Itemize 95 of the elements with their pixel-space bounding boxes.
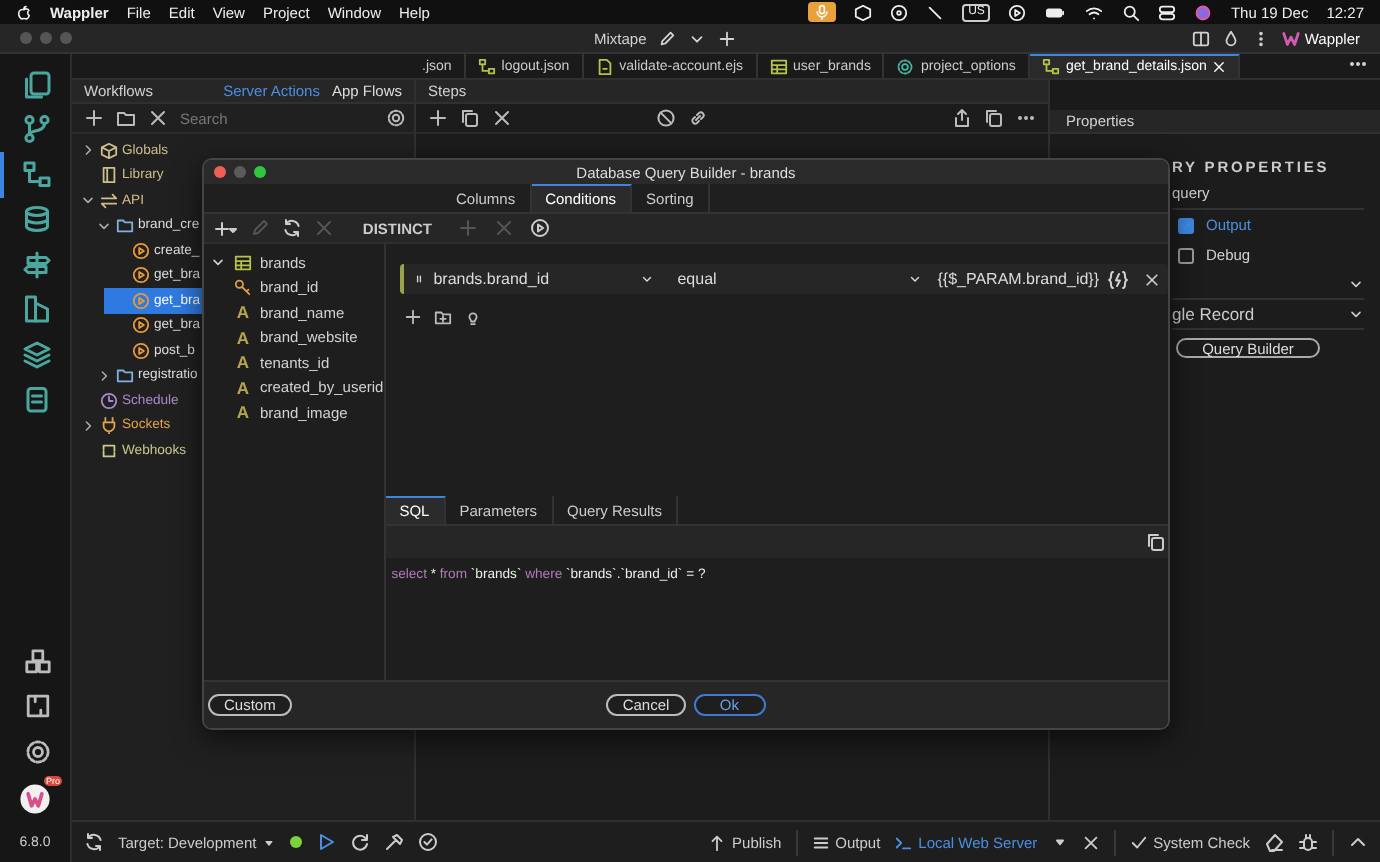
flow-icon	[477, 57, 496, 75]
hammer-icon[interactable]	[384, 832, 405, 852]
drag-handle-icon[interactable]	[411, 270, 426, 288]
text-type-glyph: A	[234, 302, 252, 323]
split-layout-icon[interactable]	[1192, 29, 1211, 47]
arrow-up-icon	[708, 833, 727, 851]
status-dot-icon	[290, 836, 303, 848]
chevron-down-icon	[907, 272, 922, 286]
play-circle-icon	[132, 291, 150, 310]
drop-icon[interactable]	[1222, 29, 1241, 47]
clock-icon	[100, 391, 118, 410]
play-circle-icon	[132, 241, 150, 260]
expand-chevron-icon[interactable]	[80, 142, 96, 159]
table-icon	[234, 253, 252, 272]
branch-icon[interactable]	[22, 114, 52, 145]
expand-chevron-icon[interactable]	[80, 417, 96, 434]
run-icon[interactable]	[530, 218, 550, 238]
flow-icon[interactable]	[22, 159, 52, 190]
key-icon	[234, 278, 252, 297]
folder-icon	[116, 366, 134, 385]
docs-icon[interactable]	[984, 108, 1004, 128]
check-icon	[1129, 833, 1148, 851]
value-field[interactable]: {{$_PARAM.brand_id}}	[937, 270, 1100, 288]
arrows-icon	[100, 191, 118, 210]
flow-icon	[1041, 58, 1060, 76]
zoom-window-button[interactable]	[254, 166, 266, 178]
text-type-glyph: A	[234, 402, 252, 423]
ban-icon[interactable]	[656, 108, 676, 128]
play-circle-icon[interactable]	[1008, 3, 1027, 21]
wifi-icon[interactable]	[1084, 3, 1105, 21]
chevron-up-icon[interactable]	[1348, 832, 1368, 852]
reload-icon[interactable]	[350, 832, 371, 852]
table-icon	[769, 57, 788, 75]
files-icon[interactable]	[22, 69, 52, 100]
field-dropdown[interactable]: brands.brand_id	[433, 270, 654, 288]
collapse-chevron-icon[interactable]	[210, 254, 226, 271]
clipboard-icon[interactable]	[22, 384, 52, 415]
lightbulb-icon[interactable]	[463, 308, 482, 326]
folder-icon[interactable]	[116, 108, 136, 128]
signpost-icon[interactable]	[22, 249, 52, 280]
caret-icon[interactable]	[1051, 834, 1068, 850]
check-icon	[1180, 219, 1192, 231]
export-icon[interactable]	[952, 108, 972, 128]
close-icon[interactable]	[492, 108, 512, 128]
layers-icon[interactable]	[22, 339, 52, 370]
cube-icon	[100, 141, 118, 160]
plus-icon[interactable]	[428, 108, 448, 128]
slash-icon[interactable]	[926, 3, 945, 21]
close-window-button[interactable]	[214, 166, 226, 178]
eraser-icon[interactable]	[1264, 832, 1284, 852]
app-logo-icon[interactable]	[18, 782, 52, 816]
dropdown-value[interactable]: gle Record	[1172, 304, 1255, 324]
toggles-icon[interactable]	[1158, 3, 1177, 21]
script-file-icon	[595, 57, 614, 75]
apple-logo-icon[interactable]	[16, 3, 32, 21]
refresh-icon[interactable]	[84, 832, 104, 852]
play-circle-icon	[132, 316, 150, 335]
bug-icon[interactable]	[1298, 832, 1318, 852]
terminal-icon	[894, 833, 913, 851]
play-icon[interactable]	[316, 832, 337, 852]
book-icon	[100, 166, 118, 185]
plug-icon	[100, 416, 118, 435]
app-logo-icon	[1282, 29, 1301, 47]
copy-icon[interactable]	[1145, 532, 1166, 552]
assistant-orb-icon[interactable]	[1194, 3, 1213, 21]
add-dropdown-icon[interactable]	[214, 219, 238, 237]
battery-icon[interactable]	[1044, 3, 1067, 21]
microphone-indicator[interactable]	[808, 2, 837, 22]
list-icon	[811, 833, 830, 851]
text-type-glyph: A	[234, 377, 252, 398]
modules-icon[interactable]	[23, 647, 51, 676]
chevron-down-icon	[639, 272, 654, 286]
caret-icon	[262, 835, 277, 849]
text-type-glyph: A	[234, 327, 252, 348]
check-circle-icon[interactable]	[418, 832, 439, 852]
plus-icon[interactable]	[403, 308, 422, 326]
expand-chevron-icon[interactable]	[96, 367, 112, 384]
checkbox[interactable]	[1178, 217, 1194, 233]
play-circle-icon	[132, 341, 150, 360]
plus-icon[interactable]	[84, 108, 104, 128]
box-icon[interactable]	[854, 3, 873, 21]
search-icon[interactable]	[1122, 3, 1141, 21]
folder-icon	[116, 216, 134, 235]
checkbox[interactable]	[1178, 247, 1194, 263]
copy-icon[interactable]	[460, 108, 480, 128]
close-icon[interactable]	[148, 108, 168, 128]
play-circle-icon	[132, 266, 150, 285]
dynamic-data-icon[interactable]	[1107, 269, 1128, 289]
folder-plus-icon[interactable]	[433, 308, 452, 326]
link-icon[interactable]	[688, 108, 708, 128]
text-type-glyph: A	[234, 352, 252, 373]
database-icon[interactable]	[22, 204, 52, 235]
operator-dropdown[interactable]: equal	[677, 270, 922, 288]
microphone-icon	[814, 4, 831, 20]
refresh-icon[interactable]	[282, 218, 302, 238]
